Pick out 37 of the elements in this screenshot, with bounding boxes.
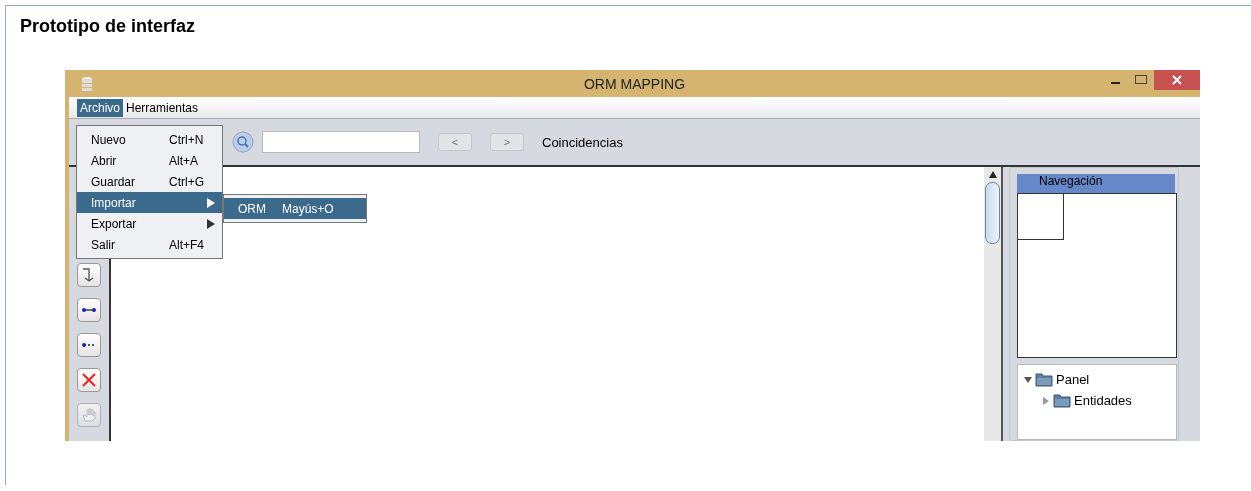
matches-label: Coincidencias xyxy=(542,134,623,150)
close-icon xyxy=(1172,75,1182,85)
hand-icon xyxy=(81,407,97,423)
database-icon xyxy=(81,75,93,92)
tree-item[interactable]: Entidades xyxy=(1074,393,1132,408)
submenu-arrow-icon xyxy=(207,197,215,208)
menu-item[interactable]: ORM Mayús+O xyxy=(224,198,366,219)
search-field[interactable] xyxy=(262,131,420,153)
section-heading: Prototipo de interfaz xyxy=(19,15,196,38)
menu-item[interactable]: Importar xyxy=(77,192,222,213)
close-button[interactable] xyxy=(1154,70,1200,90)
folder-icon xyxy=(1053,393,1071,408)
menu-item[interactable]: Nuevo Ctrl+N xyxy=(77,129,222,150)
menu-item[interactable]: Exportar xyxy=(77,213,222,234)
menu-bar-item[interactable]: Herramientas xyxy=(123,98,202,117)
connect-tool-button[interactable] xyxy=(77,298,101,322)
next-button[interactable]: > xyxy=(490,133,524,151)
menu-item[interactable]: Abrir Alt+A xyxy=(77,150,222,171)
connect-dashed-tool-button[interactable] xyxy=(77,333,101,357)
submenu-arrow-icon xyxy=(207,218,215,229)
menu-bar-item[interactable]: Archivo xyxy=(77,98,123,117)
navigation-header: Navegación xyxy=(1017,174,1175,193)
scroll-thumb[interactable] xyxy=(985,182,1000,244)
search-icon[interactable] xyxy=(232,131,254,153)
delete-tool-button[interactable] xyxy=(77,368,101,392)
maximize-icon xyxy=(1135,75,1147,85)
minimize-icon xyxy=(1110,82,1120,84)
previous-button[interactable]: < xyxy=(438,133,472,151)
menu-item[interactable]: Guardar Ctrl+G xyxy=(77,171,222,192)
split-tool-button[interactable] xyxy=(77,263,101,287)
expander-icon[interactable] xyxy=(1024,375,1032,384)
scroll-up-icon[interactable] xyxy=(988,170,997,178)
tree-item[interactable]: Panel xyxy=(1056,372,1090,387)
menu-item[interactable]: Salir Alt+F4 xyxy=(77,234,222,255)
window-title: ORM MAPPING xyxy=(583,75,686,92)
delete-icon xyxy=(81,372,97,388)
folder-icon xyxy=(1035,372,1053,387)
